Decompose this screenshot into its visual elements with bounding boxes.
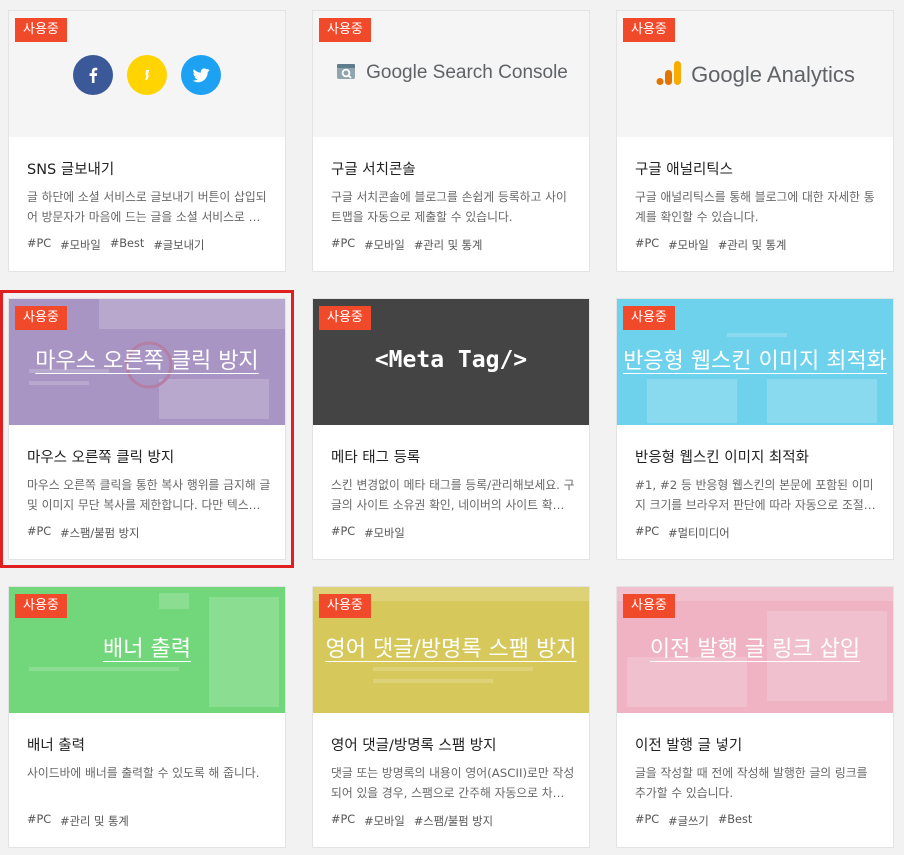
search-console-logo-icon xyxy=(334,59,358,87)
plugin-card-previous-post[interactable]: 이전 발행 글 링크 삽입 사용중 이전 발행 글 넣기 글을 작성할 때 전에… xyxy=(616,586,894,848)
in-use-badge: 사용중 xyxy=(15,306,67,330)
thumbnail-title: 마우스 오른쪽 클릭 방지 xyxy=(35,349,259,374)
plugin-card-search-console[interactable]: Google Search Console 사용중 구글 서치콘솔 구글 서치콘… xyxy=(312,10,590,272)
tag[interactable]: #관리 및 통계 xyxy=(414,237,483,253)
card-description: 구글 애널리틱스를 통해 블로그에 대한 자세한 통계를 확인할 수 있습니다. xyxy=(635,190,875,224)
thumbnail-title: 영어 댓글/방명록 스팸 방지 xyxy=(325,637,577,662)
tag[interactable]: #스팸/불펌 방지 xyxy=(60,525,139,541)
twitter-icon xyxy=(181,55,221,95)
card-title: 배너 출력 xyxy=(27,738,85,754)
in-use-badge: 사용중 xyxy=(623,18,675,42)
card-description: 스킨 변경없이 메타 태그를 등록/관리해보세요. 구글의 사이트 소유권 확인… xyxy=(331,478,575,512)
card-tags: #PC #모바일 #관리 및 통계 xyxy=(635,237,786,253)
card-tags: #PC #관리 및 통계 xyxy=(27,813,129,829)
tag[interactable]: #PC xyxy=(27,237,51,253)
card-tags: #PC #모바일 #스팸/불펌 방지 xyxy=(331,813,493,829)
tag[interactable]: #PC xyxy=(27,525,51,541)
in-use-badge: 사용중 xyxy=(319,18,371,42)
tag[interactable]: #글쓰기 xyxy=(668,813,709,829)
card-title: 구글 서치콘솔 xyxy=(331,162,416,178)
thumbnail-title: 반응형 웹스킨 이미지 최적화 xyxy=(623,349,887,374)
in-use-badge: 사용중 xyxy=(319,594,371,618)
in-use-badge: 사용중 xyxy=(319,306,371,330)
tag[interactable]: #모바일 xyxy=(364,525,405,541)
card-description: #1, #2 등 반응형 웹스킨의 본문에 포함된 이미지 크기를 브라우저 판… xyxy=(635,478,875,512)
in-use-badge: 사용중 xyxy=(15,18,67,42)
card-tags: #PC #모바일 xyxy=(331,525,405,541)
tag[interactable]: #글보내기 xyxy=(153,237,204,253)
tag[interactable]: #스팸/불펌 방지 xyxy=(414,813,493,829)
card-description: 글 하단에 소셜 서비스로 글보내기 버튼이 삽입되어 방문자가 마음에 드는 … xyxy=(27,190,271,224)
tag[interactable]: #PC xyxy=(635,237,659,253)
in-use-badge: 사용중 xyxy=(623,594,675,618)
card-description: 구글 서치콘솔에 블로그를 손쉽게 등록하고 사이트맵을 자동으로 제출할 수 … xyxy=(331,190,567,224)
tag[interactable]: #PC xyxy=(27,813,51,829)
card-title: 메타 태그 등록 xyxy=(331,450,421,466)
card-tags: #PC #멀티미디어 xyxy=(635,525,730,541)
thumbnail-title: 이전 발행 글 링크 삽입 xyxy=(649,637,861,662)
kakaostory-icon xyxy=(127,55,167,95)
plugin-card-analytics[interactable]: Google Analytics 사용중 구글 애널리틱스 구글 애널리틱스를 … xyxy=(616,10,894,272)
card-title: 반응형 웹스킨 이미지 최적화 xyxy=(635,450,809,466)
card-description: 댓글 또는 방명록의 내용이 영어(ASCII)로만 작성되어 있을 경우, 스… xyxy=(331,766,575,800)
tag[interactable]: #PC xyxy=(331,813,355,829)
thumbnail-title: 배너 출력 xyxy=(103,637,191,662)
card-title: 이전 발행 글 넣기 xyxy=(635,738,743,754)
tag[interactable]: #멀티미디어 xyxy=(668,525,729,541)
card-title: 구글 애널리틱스 xyxy=(635,162,733,178)
tag[interactable]: #관리 및 통계 xyxy=(60,813,129,829)
card-title: 마우스 오른쪽 클릭 방지 xyxy=(27,450,175,466)
tag[interactable]: #PC xyxy=(635,525,659,541)
plugin-card-right-click-block[interactable]: 마우스 오른쪽 클릭 방지 사용중 마우스 오른쪽 클릭 방지 마우스 오른쪽 … xyxy=(0,290,294,568)
tag[interactable]: #모바일 xyxy=(364,813,405,829)
analytics-logo-icon xyxy=(655,59,683,91)
plugin-card-banner[interactable]: 배너 출력 사용중 배너 출력 사이드바에 배너를 출력할 수 있도록 해 줍니… xyxy=(8,586,286,848)
card-description: 사이드바에 배너를 출력할 수 있도록 해 줍니다. xyxy=(27,766,260,780)
plugin-card-responsive-image[interactable]: 반응형 웹스킨 이미지 최적화 사용중 반응형 웹스킨 이미지 최적화 #1, … xyxy=(616,298,894,560)
card-tags: #PC #모바일 #관리 및 통계 xyxy=(331,237,482,253)
tag[interactable]: #모바일 xyxy=(60,237,101,253)
logo-text: Google Search Console xyxy=(366,62,568,83)
card-tags: #PC #스팸/불펌 방지 xyxy=(27,525,139,541)
card-tags: #PC #모바일 #Best #글보내기 xyxy=(27,237,204,253)
tag[interactable]: #Best xyxy=(110,237,144,253)
in-use-badge: 사용중 xyxy=(623,306,675,330)
tag[interactable]: #PC xyxy=(635,813,659,829)
card-title: 영어 댓글/방명록 스팸 방지 xyxy=(331,738,497,754)
plugin-card-sns[interactable]: 사용중 SNS 글보내기 글 하단에 소셜 서비스로 글보내기 버튼이 삽입되어… xyxy=(8,10,286,272)
thumbnail-title: <Meta Tag/> xyxy=(374,347,528,373)
logo-text: Google Analytics xyxy=(691,62,855,87)
tag[interactable]: #모바일 xyxy=(668,237,709,253)
tag[interactable]: #PC xyxy=(331,237,355,253)
in-use-badge: 사용중 xyxy=(15,594,67,618)
plugin-card-meta-tag[interactable]: <Meta Tag/> 사용중 메타 태그 등록 스킨 변경없이 메타 태그를 … xyxy=(312,298,590,560)
card-description: 마우스 오른쪽 클릭을 통한 복사 행위를 금지해 글 및 이미지 무단 복사를… xyxy=(27,478,271,512)
facebook-icon xyxy=(73,55,113,95)
card-description: 글을 작성할 때 전에 작성해 발행한 글의 링크를 추가할 수 있습니다. xyxy=(635,766,868,800)
tag[interactable]: #Best xyxy=(718,813,752,829)
card-title: SNS 글보내기 xyxy=(27,162,115,178)
plugin-card-english-spam[interactable]: 영어 댓글/방명록 스팸 방지 사용중 영어 댓글/방명록 스팸 방지 댓글 또… xyxy=(312,586,590,848)
tag[interactable]: #관리 및 통계 xyxy=(718,237,787,253)
card-tags: #PC #글쓰기 #Best xyxy=(635,813,752,829)
tag[interactable]: #모바일 xyxy=(364,237,405,253)
tag[interactable]: #PC xyxy=(331,525,355,541)
